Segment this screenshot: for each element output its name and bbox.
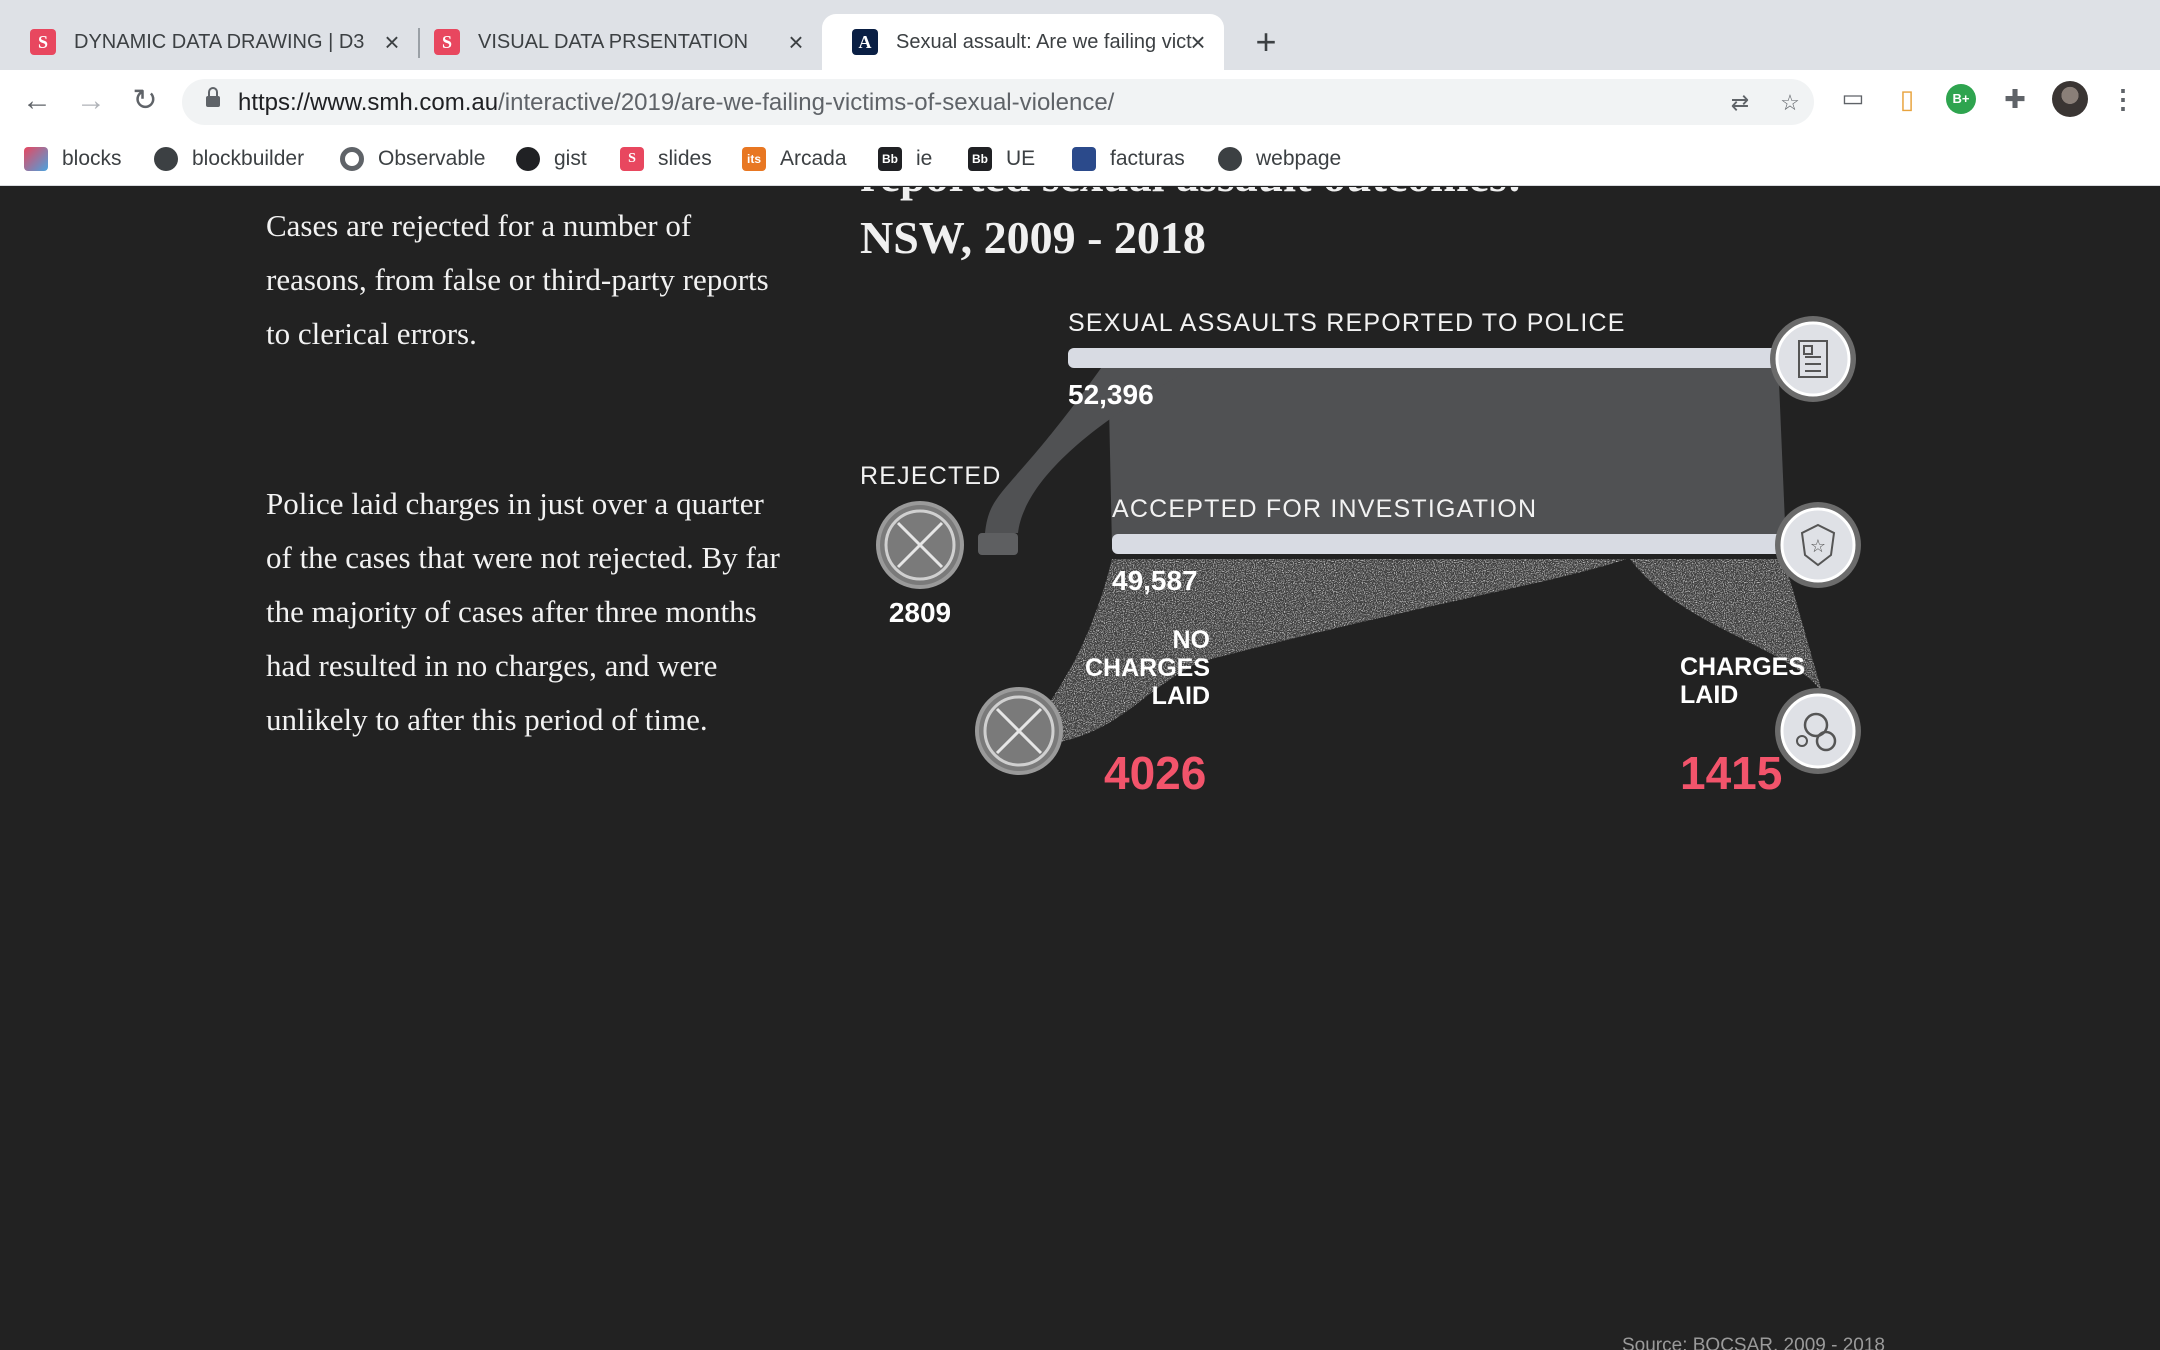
- tab-title: VISUAL DATA PRSENTATION: [478, 30, 749, 53]
- tab-visual-data-presentation[interactable]: S VISUAL DATA PRSENTATION ×: [404, 14, 822, 70]
- browser-toolbar: ← → ↻ https://www.smh.com.au/interactive…: [0, 70, 2160, 132]
- bookmark-label: gist: [554, 147, 587, 170]
- bb-icon: Bb: [968, 147, 992, 171]
- globe-icon: [154, 147, 178, 171]
- label-charges-line: LAID: [1680, 681, 1738, 709]
- close-icon[interactable]: ×: [782, 28, 810, 56]
- bookmark-ue[interactable]: Bb UE: [968, 144, 1035, 174]
- close-icon[interactable]: ×: [378, 28, 406, 56]
- slides-icon: S: [620, 147, 644, 171]
- police-badge-icon-star: ☆: [1810, 536, 1826, 557]
- value-charges: 1415: [1680, 747, 1782, 799]
- bar-accepted: [1112, 534, 1784, 554]
- address-bar[interactable]: https://www.smh.com.au/interactive/2019/…: [182, 79, 1814, 125]
- forward-arrow-icon[interactable]: →: [70, 80, 112, 122]
- bookmark-label: slides: [658, 147, 712, 170]
- blocks-icon: [24, 147, 48, 171]
- bookmark-label: facturas: [1110, 147, 1185, 170]
- bookmark-ie[interactable]: Bb ie: [878, 144, 932, 174]
- sankey-chart: SEXUAL ASSAULTS REPORTED TO POLICE ACCEPT…: [860, 309, 1861, 799]
- value-no-charges: 4026: [1104, 747, 1206, 799]
- bookmarks-bar: blocks blockbuilder Observable gist S sl…: [0, 132, 2160, 186]
- bookmark-gist[interactable]: gist: [516, 144, 587, 174]
- bookmark-label: blocks: [62, 147, 122, 170]
- handcuffs-icon: [1780, 693, 1856, 769]
- bar-reported: [1068, 348, 1778, 368]
- value-rejected: 2809: [889, 597, 951, 628]
- label-no-charges-line: NO: [1173, 626, 1211, 654]
- label-reported: SEXUAL ASSAULTS REPORTED TO POLICE: [1068, 309, 1626, 337]
- tab-bar: S DYNAMIC DATA DRAWING | D3 × S VISUAL D…: [0, 0, 2160, 70]
- slides-favicon-icon: S: [434, 29, 460, 55]
- tab-title: DYNAMIC DATA DRAWING | D3: [74, 30, 365, 53]
- value-reported: 52,396: [1068, 379, 1154, 410]
- observable-icon: [340, 147, 364, 171]
- arcada-icon: its: [742, 147, 766, 171]
- puzzle-icon[interactable]: ✚: [2000, 84, 2030, 114]
- chart-source: Source: BOCSAR, 2009 - 2018: [1622, 1335, 1885, 1350]
- bookmark-label: UE: [1006, 147, 1036, 170]
- clipboard-ext-icon[interactable]: ▯: [1892, 84, 1922, 114]
- bookmark-blocks[interactable]: blocks: [24, 144, 122, 174]
- bookmark-star-icon[interactable]: ☆: [1776, 89, 1804, 117]
- back-arrow-icon[interactable]: ←: [16, 80, 58, 122]
- slides-favicon-icon: S: [30, 29, 56, 55]
- label-accepted: ACCEPTED FOR INVESTIGATION: [1112, 495, 1537, 523]
- bookmark-label: Arcada: [780, 147, 847, 170]
- value-accepted: 49,587: [1112, 565, 1198, 596]
- smh-favicon-icon: A: [852, 29, 878, 55]
- label-charges-line: CHARGES: [1680, 653, 1805, 681]
- flow-rejected-end: [978, 533, 1018, 555]
- avatar[interactable]: [2052, 81, 2088, 117]
- facturas-icon: [1072, 147, 1096, 171]
- bookmark-blockbuilder[interactable]: blockbuilder: [154, 144, 304, 174]
- reload-icon[interactable]: ↻: [124, 80, 166, 122]
- bb-icon: Bb: [878, 147, 902, 171]
- bookmark-webpage[interactable]: webpage: [1218, 144, 1341, 174]
- label-rejected: REJECTED: [860, 462, 1002, 490]
- tab-dynamic-data-drawing[interactable]: S DYNAMIC DATA DRAWING | D3 ×: [0, 14, 418, 70]
- bplus-ext-icon[interactable]: B+: [1946, 84, 1976, 114]
- bookmark-label: Observable: [378, 147, 486, 170]
- close-icon[interactable]: ×: [1184, 28, 1212, 56]
- kebab-menu-icon[interactable]: ⋮: [2108, 84, 2138, 114]
- bookmark-label: ie: [916, 147, 933, 170]
- cast-icon[interactable]: ▭: [1838, 84, 1868, 114]
- label-no-charges-line: LAID: [1152, 682, 1210, 710]
- article-page: Cases are rejected for a number of reaso…: [0, 187, 2160, 1350]
- url-text[interactable]: https://www.smh.com.au/interactive/2019/…: [238, 89, 1114, 117]
- bookmark-observable[interactable]: Observable: [340, 144, 485, 174]
- github-icon: [516, 147, 540, 171]
- new-tab-button[interactable]: +: [1246, 22, 1286, 62]
- tab-title: Sexual assault: Are we failing victims: [896, 30, 1192, 53]
- report-document-icon: [1775, 321, 1851, 397]
- bookmark-label: blockbuilder: [192, 147, 305, 170]
- label-no-charges-line: CHARGES: [1085, 654, 1210, 682]
- bookmark-label: webpage: [1256, 147, 1342, 170]
- bookmark-facturas[interactable]: facturas: [1072, 144, 1185, 174]
- tab-sexual-assault-article[interactable]: A Sexual assault: Are we failing victims…: [822, 14, 1224, 70]
- translate-icon[interactable]: ⇄: [1726, 89, 1754, 117]
- globe-icon: [1218, 147, 1242, 171]
- lock-icon[interactable]: [206, 87, 220, 109]
- bookmark-arcada[interactable]: its Arcada: [742, 144, 847, 174]
- bookmark-slides[interactable]: S slides: [620, 144, 712, 174]
